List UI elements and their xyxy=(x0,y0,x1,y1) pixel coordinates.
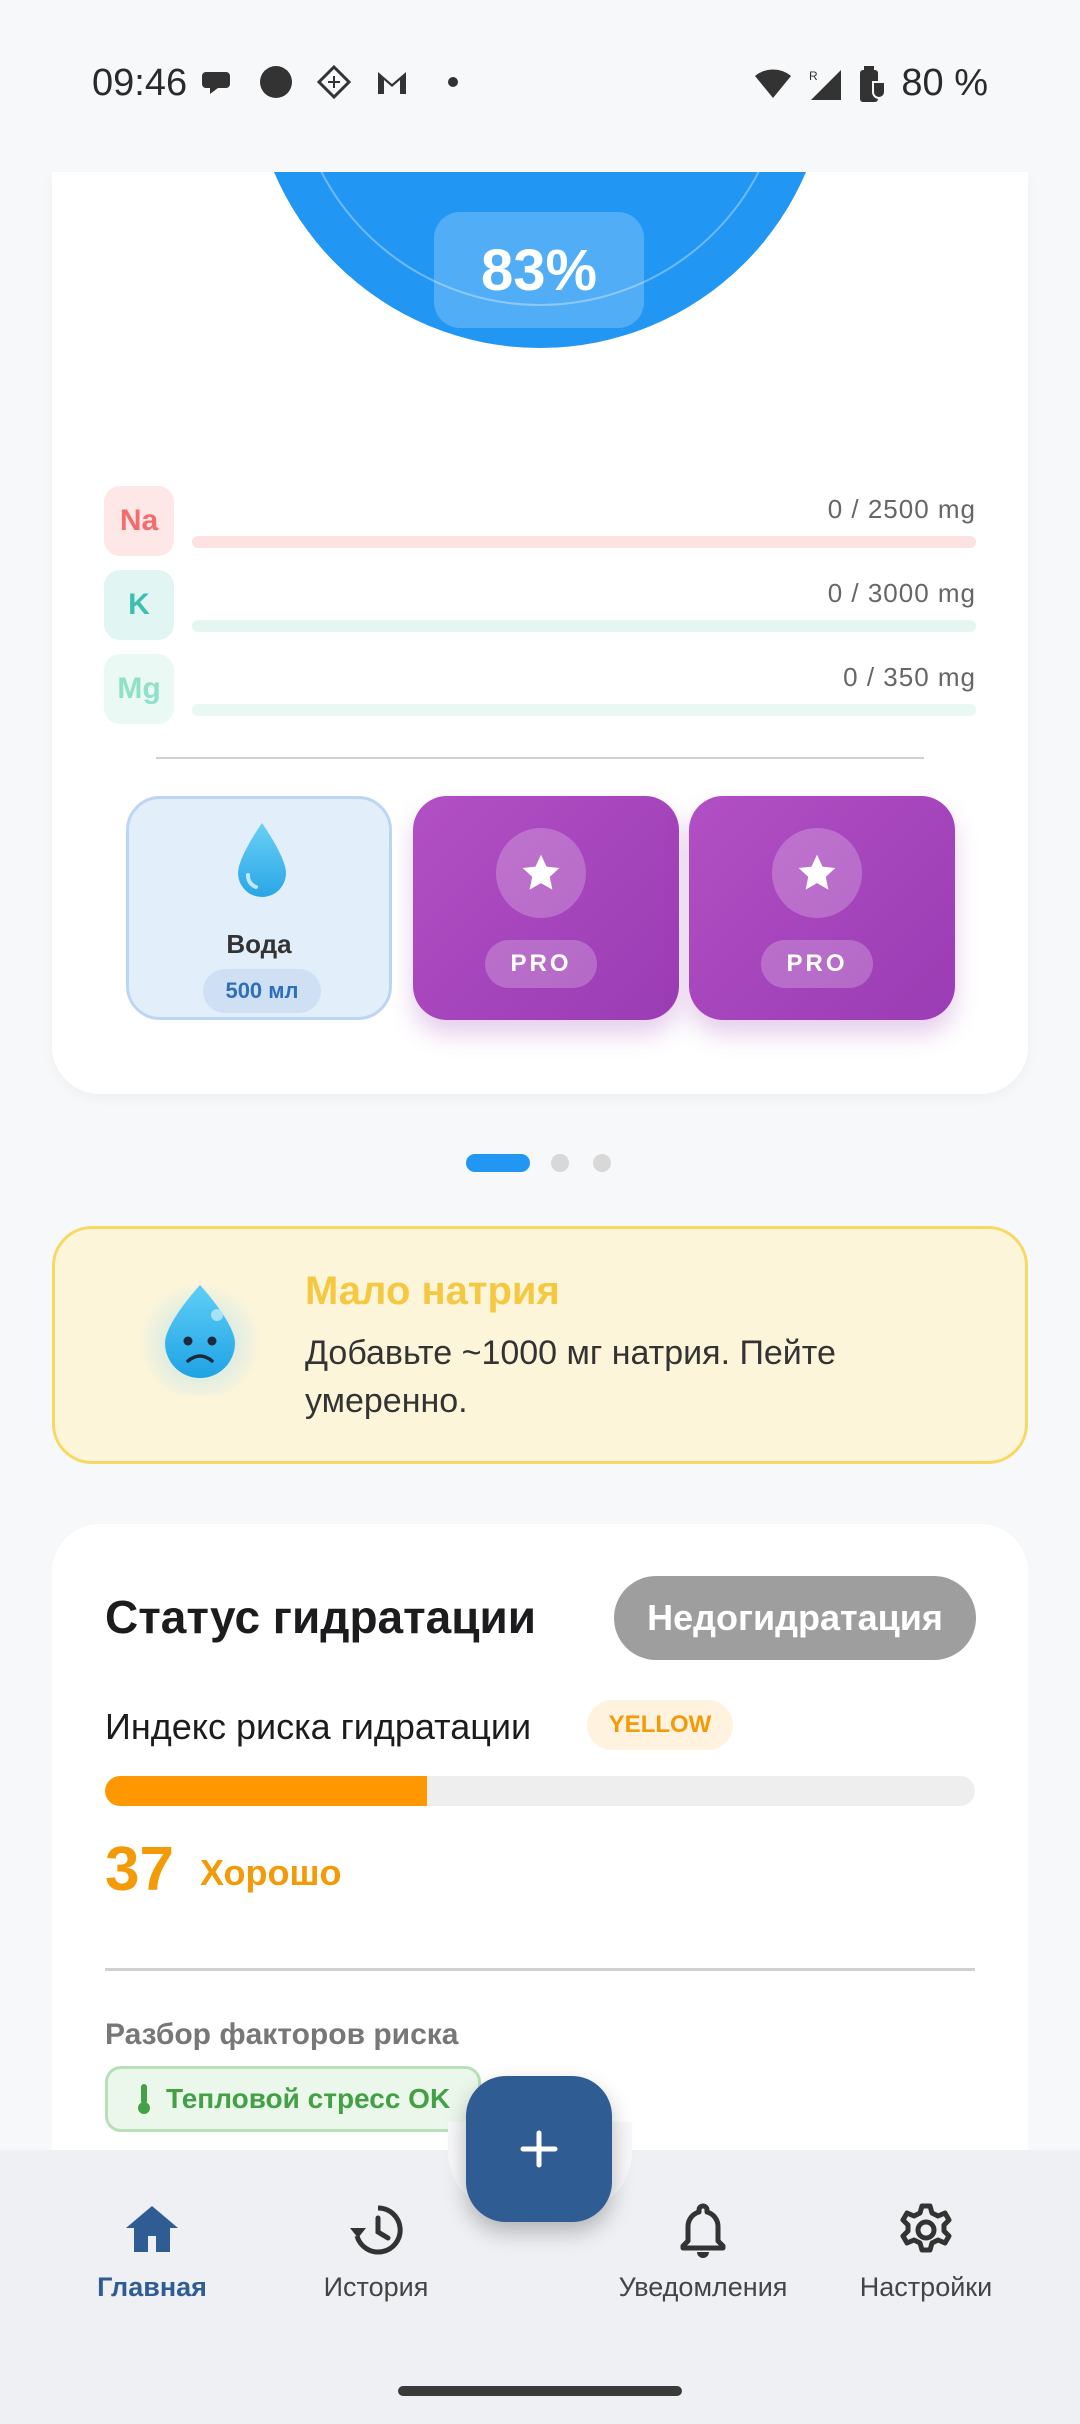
nav-label-settings: Настройки xyxy=(859,2272,993,2302)
wifi-icon xyxy=(755,68,792,98)
battery-saver-icon xyxy=(860,65,887,102)
gear-icon xyxy=(900,2203,952,2253)
today-card: 83% Na 0 / 2500 mg K 0 / 3000 mg Mg 0 / … xyxy=(52,172,1028,1094)
mineral-badge-mg: Mg xyxy=(104,654,174,724)
alert-text: Добавьте ~1000 мг натрия. Пейте умеренно… xyxy=(305,1334,836,1420)
battery-level: 80 % xyxy=(901,62,988,104)
star-icon xyxy=(496,828,586,918)
risk-rating: Хорошо xyxy=(200,1852,342,1893)
bell-icon xyxy=(680,2203,726,2258)
mineral-row-na: Na 0 / 2500 mg xyxy=(104,486,976,556)
svg-text:R: R xyxy=(809,69,818,83)
add-drink-fab[interactable] xyxy=(466,2076,612,2222)
risk-score: 37 xyxy=(105,1835,174,1904)
nav-label-history: История xyxy=(323,2272,429,2302)
mineral-progress-k xyxy=(192,620,976,632)
nav-item-notifications[interactable]: Уведомления xyxy=(603,2200,803,2303)
star-icon xyxy=(772,828,862,918)
hydration-status-badge: Недогидратация xyxy=(614,1576,976,1660)
more-notifications-dot xyxy=(448,77,458,87)
drink-pro-button-2[interactable]: PRO xyxy=(689,796,955,1020)
system-icons: R 80 % xyxy=(753,62,988,105)
alert-title: Мало натрия xyxy=(305,1269,560,1313)
mineral-badge-na: Na xyxy=(104,486,174,556)
mineral-row-mg: Mg 0 / 350 mg xyxy=(104,654,976,724)
sad-drop-icon xyxy=(138,1275,262,1395)
hydration-status-title: Статус гидратации xyxy=(105,1591,537,1643)
risk-index-fill xyxy=(105,1776,427,1806)
hydration-percent: 83% xyxy=(434,212,644,328)
nav-item-home[interactable]: Главная xyxy=(52,2200,252,2303)
mineral-progress-na xyxy=(192,536,976,548)
mineral-row-k: K 0 / 3000 mg xyxy=(104,570,976,640)
status-time: 09:46 xyxy=(92,62,188,104)
history-icon xyxy=(350,2205,403,2255)
page-indicator[interactable] xyxy=(0,1152,1080,1174)
plus-icon xyxy=(520,2130,558,2168)
mineral-value-mg: 0 / 350 mg xyxy=(843,662,976,692)
mineral-progress-mg xyxy=(192,704,976,716)
mineral-badge-k: K xyxy=(104,570,174,640)
pro-label: PRO xyxy=(761,940,873,988)
nav-item-settings[interactable]: Настройки xyxy=(826,2200,1026,2303)
risk-level-tag: YELLOW xyxy=(587,1700,733,1750)
home-indicator[interactable] xyxy=(398,2386,682,2396)
water-drop-icon xyxy=(238,823,286,897)
chat-icon xyxy=(202,72,230,94)
pro-label: PRO xyxy=(485,940,597,988)
section-divider xyxy=(156,757,924,759)
page-dot[interactable] xyxy=(593,1154,611,1172)
notification-icons xyxy=(200,64,458,100)
risk-factors-title: Разбор факторов риска xyxy=(105,2018,459,2051)
nav-label-home: Главная xyxy=(97,2272,207,2302)
drink-water-label: Вода xyxy=(226,929,292,959)
factor-chip-heat-stress[interactable]: Тепловой стресс OK xyxy=(105,2066,481,2132)
drink-water-amount: 500 мл xyxy=(203,969,321,1013)
signal-roaming-icon: R xyxy=(809,69,842,100)
drink-pro-button-1[interactable]: PRO xyxy=(413,796,679,1020)
sodium-alert-card: Мало натрия Добавьте ~1000 мг натрия. Пе… xyxy=(52,1226,1028,1464)
diamond-grid-icon xyxy=(316,64,352,100)
card-divider xyxy=(105,1968,975,1971)
status-bar: 09:46 R 80 % xyxy=(0,0,1080,172)
nav-item-history[interactable]: История xyxy=(276,2200,476,2303)
drink-water-button[interactable]: Вода 500 мл xyxy=(126,796,392,1020)
nav-label-notifications: Уведомления xyxy=(618,2272,788,2302)
thermometer-icon xyxy=(138,2084,150,2114)
circle-icon xyxy=(260,66,292,98)
mineral-value-k: 0 / 3000 mg xyxy=(827,578,976,608)
gmail-icon xyxy=(378,72,406,94)
factor-chip-label: Тепловой стресс OK xyxy=(166,2083,451,2114)
risk-index-bar xyxy=(105,1776,975,1806)
page-dot[interactable] xyxy=(551,1154,569,1172)
risk-index-label: Индекс риска гидратации xyxy=(105,1706,532,1747)
mineral-value-na: 0 / 2500 mg xyxy=(827,494,976,524)
page-dot-active[interactable] xyxy=(466,1154,530,1172)
home-icon xyxy=(126,2206,178,2252)
